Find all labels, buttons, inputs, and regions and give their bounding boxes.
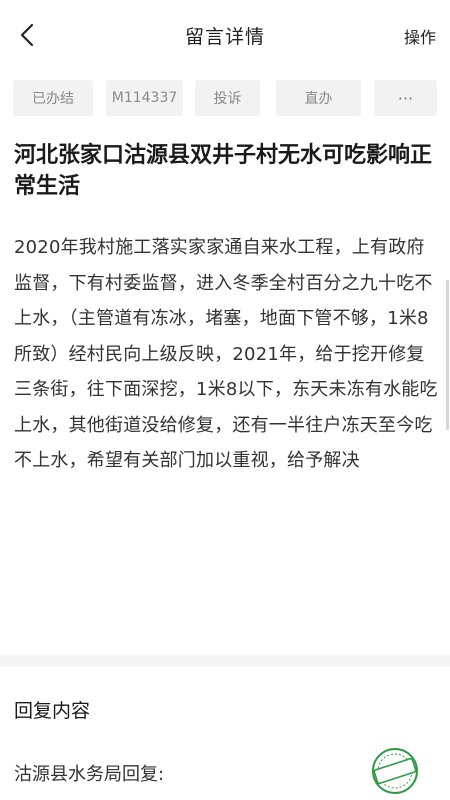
message-title: 河北张家口沽源县双井子村无水可吃影响正常生活 [14, 143, 433, 199]
more-button[interactable]: ··· [374, 80, 437, 116]
handling-tag[interactable]: 直办 [276, 80, 361, 116]
type-tag[interactable]: 投诉 [195, 80, 260, 116]
reviewed-stamp-icon [372, 748, 418, 794]
reply-section-heading: 回复内容 [14, 700, 91, 722]
scrollbar[interactable] [446, 280, 449, 430]
reply-department: 沽源县水务局回复: [14, 764, 165, 785]
status-tag[interactable]: 已办结 [13, 80, 93, 116]
action-menu-button[interactable]: 操作 [404, 24, 436, 48]
message-id-tag[interactable]: M114337 [106, 80, 183, 116]
message-body: 2020年我村施工落实家家通自来水工程，上有政府监督，下有村委监督，进入冬季全村… [14, 237, 438, 471]
top-nav-bar: 留言详情 操作 [0, 0, 450, 70]
message-tags: 已办结 M114337 投诉 直办 ··· [13, 80, 437, 116]
page-title: 留言详情 [184, 26, 265, 48]
section-divider [0, 655, 450, 667]
